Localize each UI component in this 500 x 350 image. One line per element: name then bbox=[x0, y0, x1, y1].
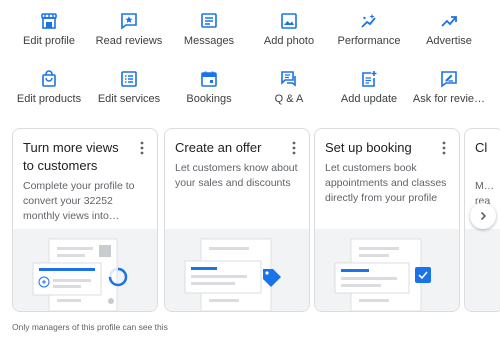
add-update-action[interactable]: Add update bbox=[324, 70, 414, 105]
card-illustration bbox=[465, 229, 500, 311]
messages-action[interactable]: Messages bbox=[164, 12, 254, 47]
edit-services-action[interactable]: Edit services bbox=[84, 70, 174, 105]
visibility-note: Only managers of this profile can see th… bbox=[12, 322, 168, 332]
trending-sparkle-icon bbox=[361, 14, 376, 28]
more-vert-icon[interactable] bbox=[291, 139, 297, 157]
add-photo-action[interactable]: Add photo bbox=[244, 12, 334, 47]
card-illustration bbox=[315, 229, 459, 311]
shopping-bag-icon bbox=[42, 70, 56, 87]
complete-profile-card[interactable]: Turn more views to customers Complete yo… bbox=[12, 128, 158, 312]
edit-profile-label: Edit profile bbox=[23, 35, 75, 47]
card-illustration bbox=[13, 229, 157, 311]
card-title: Create an offer bbox=[175, 140, 262, 155]
card-description: Let customers know about your sales and … bbox=[175, 162, 298, 189]
photo-icon bbox=[281, 13, 297, 29]
post-add-icon bbox=[362, 71, 377, 87]
card-title: Set up booking bbox=[325, 140, 412, 155]
messages-label: Messages bbox=[183, 35, 235, 47]
card-description: Complete your profile to convert your 32… bbox=[23, 180, 135, 222]
card-title: Turn more views to customers bbox=[23, 140, 119, 173]
edit-services-label: Edit services bbox=[97, 93, 161, 105]
chevron-right-icon bbox=[480, 211, 487, 221]
calendar-icon bbox=[201, 71, 217, 87]
qa-icon bbox=[281, 71, 296, 87]
create-offer-card[interactable]: Create an offer Let customers know about… bbox=[164, 128, 310, 312]
message-icon bbox=[201, 13, 217, 28]
ask-for-reviews-label: Ask for revie… bbox=[412, 93, 486, 105]
edit-products-action[interactable]: Edit products bbox=[4, 70, 94, 105]
read-reviews-action[interactable]: Read reviews bbox=[84, 12, 174, 47]
performance-label: Performance bbox=[337, 35, 401, 47]
add-photo-label: Add photo bbox=[263, 35, 315, 47]
next-cards-button[interactable] bbox=[470, 203, 496, 229]
card-illustration bbox=[165, 229, 309, 311]
list-icon bbox=[121, 71, 137, 87]
performance-action[interactable]: Performance bbox=[324, 12, 414, 47]
advertise-action[interactable]: Advertise bbox=[404, 12, 494, 47]
bookings-action[interactable]: Bookings bbox=[164, 70, 254, 105]
advertise-label: Advertise bbox=[426, 35, 472, 47]
ask-for-reviews-action[interactable]: Ask for revie… bbox=[404, 70, 494, 105]
qa-label: Q & A bbox=[274, 93, 304, 105]
edit-products-label: Edit products bbox=[16, 93, 82, 105]
bookings-label: Bookings bbox=[186, 93, 232, 105]
qa-action[interactable]: Q & A bbox=[244, 70, 334, 105]
star-review-icon bbox=[121, 13, 137, 30]
card-description: Let customers book appointments and clas… bbox=[325, 162, 447, 204]
card-title: Cl bbox=[475, 140, 488, 155]
trending-up-icon bbox=[441, 16, 457, 27]
edit-profile-action[interactable]: Edit profile bbox=[4, 12, 94, 47]
more-vert-icon[interactable] bbox=[139, 139, 145, 157]
set-up-booking-card[interactable]: Set up booking Let customers book appoin… bbox=[314, 128, 460, 312]
rate-review-icon bbox=[441, 71, 457, 88]
storefront-icon bbox=[41, 13, 57, 29]
more-vert-icon[interactable] bbox=[441, 139, 447, 157]
add-update-label: Add update bbox=[340, 93, 398, 105]
read-reviews-label: Read reviews bbox=[95, 35, 163, 47]
